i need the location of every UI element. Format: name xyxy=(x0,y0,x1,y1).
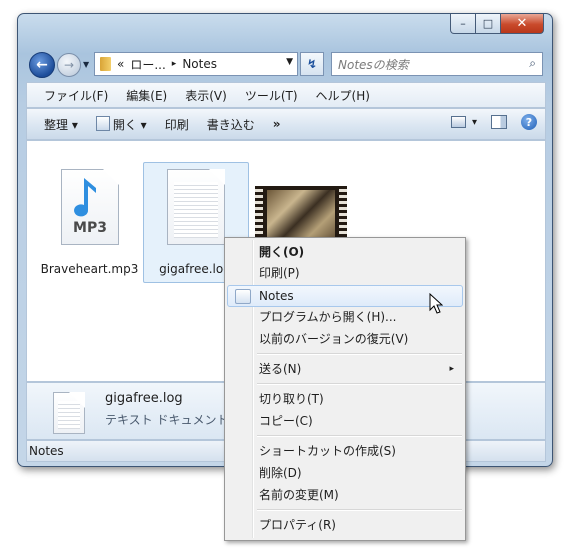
organize-button[interactable]: 整理 ▾ xyxy=(44,116,78,133)
forward-button[interactable]: → xyxy=(57,53,81,77)
refresh-button[interactable]: ↯ xyxy=(300,52,324,76)
address-overflow-chevron[interactable]: « xyxy=(117,57,124,71)
breadcrumb-local[interactable]: ロー... xyxy=(130,56,165,73)
address-bar[interactable]: « ロー... ▸ Notes ▼ xyxy=(94,52,298,76)
views-dropdown-icon: ▾ xyxy=(471,116,477,128)
back-button[interactable]: ← xyxy=(29,52,55,78)
caption-buttons: – □ ✕ xyxy=(450,14,544,34)
views-icon xyxy=(450,116,466,128)
menu-item-copy[interactable]: コピー(C) xyxy=(228,411,462,431)
breadcrumb-notes[interactable]: Notes xyxy=(182,57,217,71)
notes-icon xyxy=(235,289,251,304)
close-button[interactable]: ✕ xyxy=(501,14,544,34)
maximize-button[interactable]: □ xyxy=(476,14,501,34)
text-document-icon xyxy=(167,169,225,245)
menu-edit[interactable]: 編集(E) xyxy=(126,87,167,104)
open-button-label: 開く ▾ xyxy=(112,117,147,132)
search-icon[interactable]: ⌕ xyxy=(529,56,536,71)
menu-tools[interactable]: ツール(T) xyxy=(245,87,298,104)
folder-icon xyxy=(100,57,111,71)
command-bar: 整理 ▾ 開く ▾ 印刷 書き込む » ▾ ? xyxy=(26,108,546,140)
open-button[interactable]: 開く ▾ xyxy=(95,115,147,133)
menu-item-delete[interactable]: 削除(D) xyxy=(228,463,462,483)
help-button[interactable]: ? xyxy=(521,114,537,130)
menu-item-properties[interactable]: プロパティ(R) xyxy=(228,515,462,535)
mp3-badge: MP3 xyxy=(73,220,107,236)
minimize-button[interactable]: – xyxy=(450,14,476,34)
search-box[interactable]: Notesの検索 ⌕ xyxy=(331,52,543,76)
menu-bar: ファイル(F) 編集(E) 表示(V) ツール(T) ヘルプ(H) xyxy=(26,82,546,108)
file-label-braveheart: Braveheart.mp3 xyxy=(40,262,139,276)
menu-file[interactable]: ファイル(F) xyxy=(44,87,108,104)
breadcrumb-separator-icon[interactable]: ▸ xyxy=(172,59,177,69)
menu-item-cut[interactable]: 切り取り(T) xyxy=(228,389,462,409)
burn-button[interactable]: 書き込む xyxy=(207,116,255,133)
search-input[interactable]: Notesの検索 xyxy=(338,56,409,73)
recent-pages-dropdown-icon[interactable]: ▼ xyxy=(83,60,89,69)
context-menu: 開く(O) 印刷(P) Notes プログラムから開く(H)... 以前のバージ… xyxy=(224,237,466,541)
more-commands-button[interactable]: » xyxy=(273,117,281,131)
menu-item-print[interactable]: 印刷(P) xyxy=(228,263,462,283)
preview-pane-icon[interactable] xyxy=(491,115,507,129)
menu-item-create-shortcut[interactable]: ショートカットの作成(S) xyxy=(228,441,462,461)
mp3-file-icon: MP3 xyxy=(61,169,119,245)
details-file-name: gigafree.log xyxy=(105,391,183,406)
menu-item-notes[interactable]: Notes xyxy=(227,285,463,307)
menu-item-rename[interactable]: 名前の変更(M) xyxy=(228,485,462,505)
menu-view[interactable]: 表示(V) xyxy=(185,87,227,104)
details-file-type: テキスト ドキュメント xyxy=(105,413,229,427)
submenu-arrow-icon: ▸ xyxy=(449,364,454,374)
mouse-cursor-icon xyxy=(429,293,443,314)
menu-item-send-to[interactable]: 送る(N) ▸ xyxy=(228,359,462,379)
print-button[interactable]: 印刷 xyxy=(165,116,189,133)
open-file-icon xyxy=(95,115,110,131)
menu-item-restore-previous[interactable]: 以前のバージョンの復元(V) xyxy=(228,329,462,349)
menu-help[interactable]: ヘルプ(H) xyxy=(316,87,370,104)
menu-item-open[interactable]: 開く(O) xyxy=(228,242,462,262)
address-dropdown-icon[interactable]: ▼ xyxy=(286,57,293,67)
details-document-icon xyxy=(53,392,85,434)
status-text: Notes xyxy=(29,444,64,458)
views-button[interactable]: ▾ xyxy=(450,116,477,128)
menu-item-open-with[interactable]: プログラムから開く(H)... xyxy=(228,307,462,327)
